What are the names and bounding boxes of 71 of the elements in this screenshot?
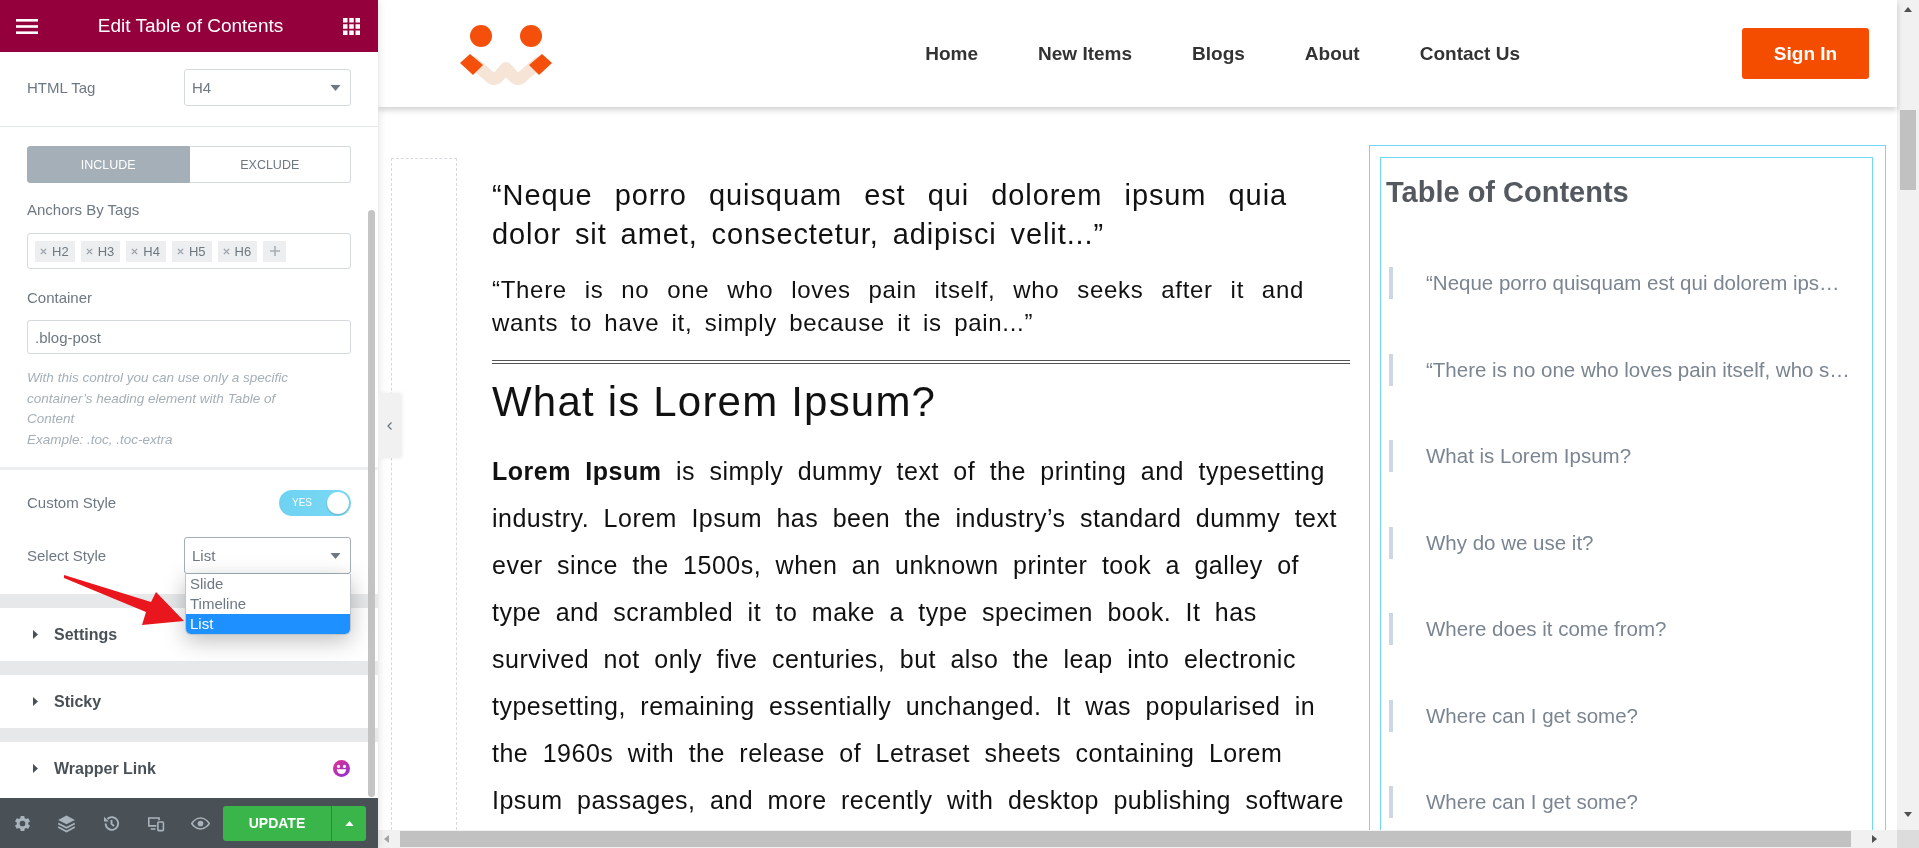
example-text: Example: .toc, .toc-extra <box>27 430 174 449</box>
add-tag-button[interactable] <box>263 240 287 262</box>
field-label: Select Style <box>27 546 107 565</box>
caret-right-icon <box>33 630 38 639</box>
nav-link[interactable]: About <box>1304 42 1360 65</box>
site-logo[interactable] <box>459 22 553 85</box>
nav-link[interactable]: New Items <box>1038 42 1133 65</box>
remove-icon[interactable] <box>40 247 47 255</box>
toc-item[interactable]: Where does it come from? <box>1389 613 1667 645</box>
article-heading: What is Lorem Ipsum? <box>492 377 938 427</box>
history-icon[interactable] <box>101 813 121 833</box>
toc-item[interactable]: What is Lorem Ipsum? <box>1389 440 1632 472</box>
lead-quote: “Neque porro quisquam est qui dolorem ipsum quia dolor sit amet, consectetur, adipisci velit...” <box>492 178 1287 252</box>
scroll-left-icon[interactable] <box>384 835 389 843</box>
toc-item[interactable]: Where can I get some? <box>1389 786 1638 818</box>
nav-link[interactable]: Home <box>925 42 979 65</box>
caret-right-icon <box>33 764 38 773</box>
style-select[interactable]: List <box>184 537 351 574</box>
scrollbar-thumb[interactable] <box>1900 110 1916 190</box>
anchor-mode-tab[interactable]: EXCLUDE <box>189 146 351 183</box>
caret-right-icon <box>33 697 38 706</box>
toc-title: Table of Contents <box>1386 175 1629 209</box>
tag-chip[interactable]: H4 <box>126 240 166 262</box>
remove-icon[interactable] <box>85 247 93 255</box>
menu-icon[interactable] <box>16 18 38 34</box>
tag-chip[interactable]: H6 <box>217 240 258 262</box>
field-label: Custom Style <box>27 494 117 512</box>
tag-chip[interactable]: H2 <box>35 240 75 262</box>
nav-link[interactable]: Contact Us <box>1419 42 1520 65</box>
sign-in-button[interactable]: Sign In <box>1742 28 1869 79</box>
remove-icon[interactable] <box>131 247 139 255</box>
tag-chip[interactable]: H5 <box>171 240 212 262</box>
body-paragraph: Lorem Ipsum is simply dummy text of the printing and typesetting industry. Lorem Ipsum has been the industry’s standard dummy text ever since the 1500s, when an unknown printer took a galley of type and scrambled it to make a type specimen book. It has survived not only five centuries, but also the leap into electronic typesetting, remaining essentially unchanged. It was popularised in the 1960s with the release of Letraset sheets containing Lorem Ipsum passages, and more recently with desktop publishing software <box>492 456 1345 816</box>
publish-options-button[interactable] <box>331 805 366 841</box>
scroll-right-icon[interactable] <box>1872 835 1877 843</box>
tag-chip[interactable]: H3 <box>80 240 121 262</box>
tags-field[interactable]: H2 H3 H4 H5 H6 <box>27 233 351 269</box>
caret-up-icon <box>344 820 354 826</box>
layers-icon[interactable] <box>57 813 77 833</box>
field-label: Container <box>27 289 94 307</box>
toc-item[interactable]: “Neque porro quisquam est qui dolorem ips… <box>1389 267 1840 299</box>
dropdown-option[interactable]: List <box>186 614 350 634</box>
settings-icon[interactable] <box>12 813 32 833</box>
field-label: HTML Tag <box>27 78 96 97</box>
toc-item[interactable]: Where can I get some? <box>1389 699 1638 732</box>
caret-down-icon <box>330 552 341 559</box>
caret-down-icon <box>330 84 341 91</box>
html-tag-select[interactable]: H4 <box>184 69 351 106</box>
field-label: Anchors By Tags <box>27 201 141 219</box>
toc-item[interactable]: Why do we use it? <box>1389 526 1594 559</box>
scrollbar-thumb[interactable] <box>368 210 375 797</box>
nav-link[interactable]: Blogs <box>1192 42 1245 65</box>
plus-icon <box>269 246 280 256</box>
chevron-left-icon <box>386 421 392 430</box>
section-header[interactable]: Wrapper Link <box>0 742 378 795</box>
toc-item[interactable]: “There is no one who loves pain itself, who s… <box>1389 353 1850 386</box>
container-input[interactable]: .blog-post <box>27 320 351 354</box>
scrollbar-thumb[interactable] <box>400 831 1851 847</box>
widgets-grid-icon[interactable] <box>343 17 360 35</box>
update-button[interactable]: UPDATE <box>223 805 331 841</box>
panel-title: Edit Table of Contents <box>97 15 284 37</box>
anchor-mode-tab[interactable]: INCLUDE <box>27 146 190 183</box>
remove-icon[interactable] <box>222 247 230 255</box>
section-header[interactable]: Sticky <box>0 675 378 728</box>
scroll-up-icon[interactable] <box>1904 7 1912 12</box>
scroll-down-icon[interactable] <box>1904 812 1912 817</box>
dropdown-option[interactable]: Slide <box>186 574 350 594</box>
help-text: With this control you can use only a specific container’s heading element with Table of Content <box>27 369 289 428</box>
scrollbar-corner <box>1897 830 1919 848</box>
remove-icon[interactable] <box>176 247 184 255</box>
sub-quote: “There is no one who loves pain itself, who seeks after it and wants to have it, simply because it is pain...” <box>492 275 1304 338</box>
